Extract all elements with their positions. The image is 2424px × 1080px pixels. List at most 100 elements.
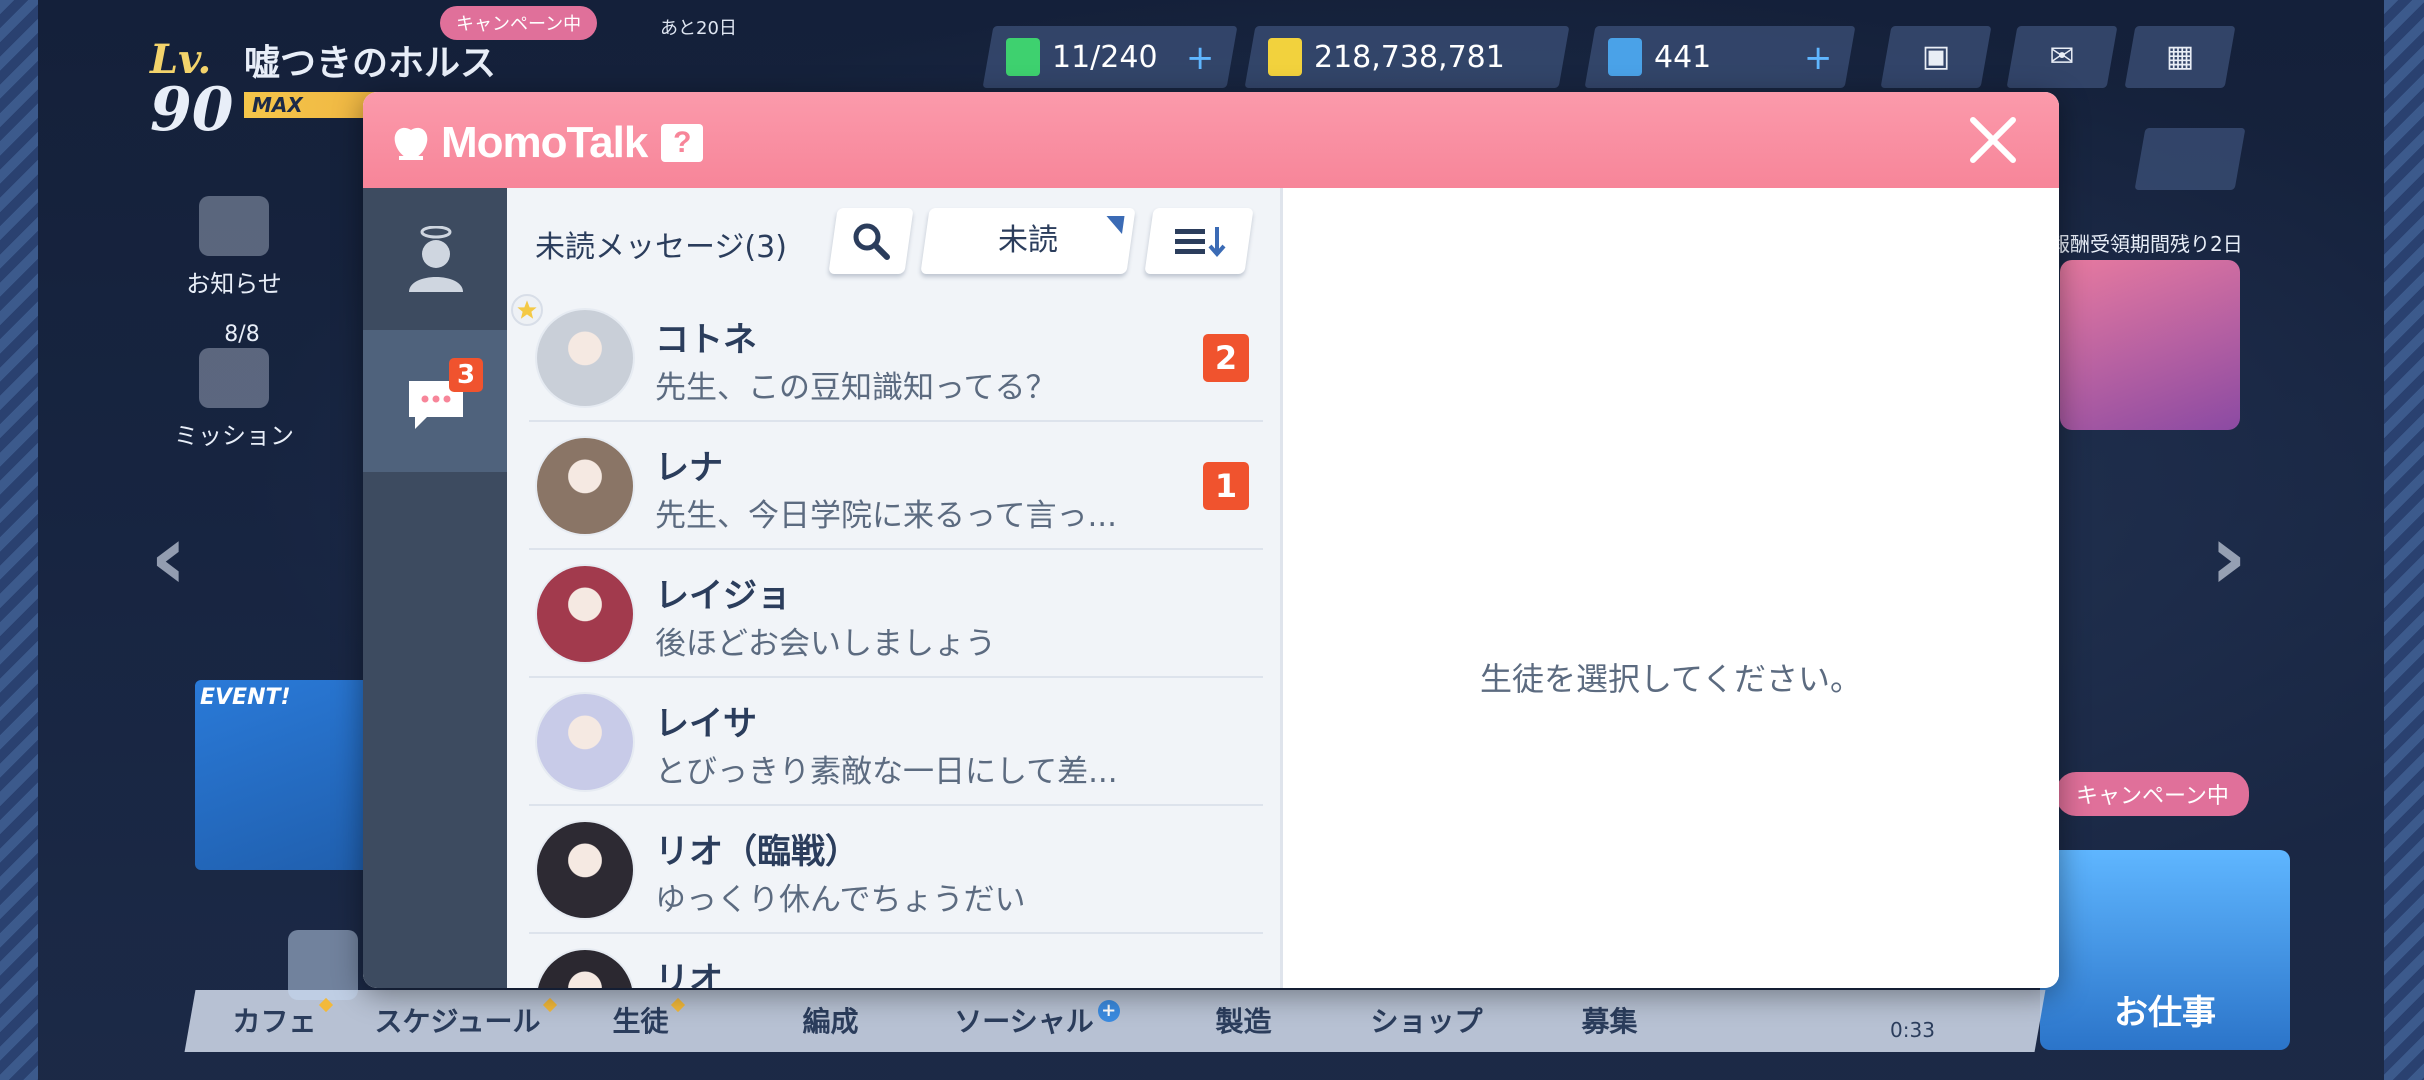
menu-crafting[interactable]: 製造 — [1152, 1000, 1335, 1040]
ap-resource[interactable]: 11/240 + — [982, 26, 1238, 88]
notice-label: お知らせ — [186, 270, 282, 298]
avatar — [535, 564, 635, 664]
clipboard-icon — [199, 348, 269, 408]
exp-campaign-pill[interactable]: キャンペーン中 — [440, 6, 598, 40]
momotalk-side-tabs: 3 — [363, 188, 507, 988]
menu-label: 生徒 — [612, 1005, 669, 1038]
avatar — [535, 308, 635, 408]
contact-row-kotone[interactable]: コトネ 先生、この豆知識知ってる？ 2 — [507, 294, 1283, 422]
megaphone-icon — [199, 196, 269, 256]
grid-icon: ▦ — [2165, 39, 2195, 74]
contact-name: レイサ — [655, 704, 757, 744]
tab-messages[interactable]: 3 — [363, 330, 507, 472]
id-card-icon: ▣ — [1921, 39, 1951, 74]
contact-row-reijo[interactable]: レイジョ 後ほどお会いしましょう — [507, 550, 1283, 678]
contact-name: レナ — [655, 448, 723, 488]
avatar — [535, 436, 635, 536]
notice-dot-icon — [318, 997, 333, 1013]
chat-detail-panel: 生徒を選択してください。 — [1283, 188, 2059, 988]
search-icon — [853, 223, 890, 260]
pyroxene-value: 441 — [1654, 39, 1712, 75]
ap-plus-icon[interactable]: + — [1185, 38, 1214, 78]
contact-name: コトネ — [655, 320, 757, 360]
filter-dropdown[interactable]: 未読 — [920, 208, 1136, 274]
fullscreen-button[interactable] — [2134, 128, 2246, 190]
menu-recruit[interactable]: 募集 — [1518, 1000, 1701, 1040]
menu-label: カフェ — [232, 1005, 317, 1038]
unread-badge: 1 — [1203, 462, 1249, 510]
cafe-cup-icon — [288, 930, 358, 1000]
favorite-star-icon[interactable] — [511, 294, 543, 326]
pyroxene-gem-icon — [1608, 38, 1642, 76]
search-button[interactable] — [828, 208, 914, 274]
avatar — [535, 820, 635, 920]
credits-value: 218,738,781 — [1314, 39, 1505, 75]
notice-dot-icon — [670, 997, 685, 1013]
work-label: お仕事 — [2114, 993, 2216, 1033]
notice-menu[interactable]: お知らせ — [174, 196, 294, 299]
peach-icon — [394, 127, 428, 160]
player-name[interactable]: 嘘つきのホルス — [244, 34, 496, 86]
mission-menu[interactable]: ミッション — [174, 348, 294, 451]
contact-row-reisa[interactable]: レイサ とびっきり素敵な一日にして差... — [507, 678, 1283, 806]
mail-icon: ✉ — [2049, 39, 2075, 74]
unread-count-title: 未読メッセージ(3) — [535, 230, 787, 265]
close-icon[interactable] — [1967, 114, 2019, 166]
menu-label: 募集 — [1581, 1005, 1638, 1038]
contact-row-rio-battle[interactable]: リオ（臨戦） ゆっくり休んでちょうだい — [507, 806, 1283, 934]
contact-last-message: とびっきり素敵な一日にして差... — [655, 754, 1118, 790]
pyroxene-plus-icon[interactable]: + — [1803, 38, 1832, 78]
avatar — [535, 692, 635, 792]
list-header: 未読メッセージ(3) 未読 — [507, 188, 1280, 294]
menu-grid-button[interactable]: ▦ — [2124, 26, 2236, 88]
profile-card-button[interactable]: ▣ — [1880, 26, 1992, 88]
contact-name: リオ（臨戦） — [655, 832, 859, 872]
contact-row-rena[interactable]: レナ 先生、今日学院に来るって言っ... 1 — [507, 422, 1283, 550]
tab-students[interactable] — [363, 188, 507, 330]
pickup-banner[interactable] — [2060, 260, 2240, 430]
menu-label: 製造 — [1215, 1005, 1272, 1038]
help-button[interactable]: ? — [661, 124, 704, 162]
student-silhouette-icon — [409, 226, 463, 292]
contact-last-message: 先生、今日学院に来るって言っ... — [655, 498, 1118, 534]
contact-last-message: ゆっくり休んでちょうだい — [655, 882, 1026, 918]
campaign-pill-right[interactable]: キャンペーン中 — [2056, 772, 2249, 816]
momotalk-header: MomoTalk ? — [363, 92, 2059, 188]
contact-last-message: 先生、この豆知識知ってる？ — [655, 370, 1057, 406]
avatar-fill — [537, 822, 633, 918]
contact-last-message: 後ほどお会いしましょう — [655, 626, 996, 662]
ap-bolt-icon — [1006, 38, 1040, 76]
right-arrow-icon[interactable]: › — [2210, 505, 2247, 610]
avatar-fill — [537, 438, 633, 534]
menu-shop[interactable]: ショップ — [1335, 1000, 1518, 1040]
sort-icon — [1175, 227, 1226, 258]
left-border-stripe — [0, 0, 38, 1080]
sort-button[interactable] — [1144, 208, 1254, 274]
menu-label: ソーシャル — [954, 1005, 1094, 1038]
message-list-panel: 未読メッセージ(3) 未読 コトネ 先生、この豆知識知ってる？ 2 レナ 先生、… — [507, 188, 1283, 988]
menu-social[interactable]: ソーシャル + — [922, 1000, 1152, 1040]
credits-resource[interactable]: 218,738,781 — [1244, 26, 1570, 88]
menu-label: スケジュール — [374, 1005, 541, 1038]
avatar — [535, 948, 635, 988]
ap-value: 11/240 — [1052, 39, 1158, 75]
momotalk-title: MomoTalk — [441, 118, 648, 167]
player-level: Lv. 90 — [150, 36, 234, 145]
unread-badge: 2 — [1203, 334, 1249, 382]
contact-name: レイジョ — [655, 576, 791, 616]
menu-cafe[interactable]: カフェ — [190, 997, 373, 1040]
mission-count: 8/8 — [224, 322, 260, 347]
menu-students[interactable]: 生徒 — [556, 997, 739, 1040]
pyroxene-resource[interactable]: 441 + — [1584, 26, 1856, 88]
menu-schedule[interactable]: スケジュール — [373, 997, 557, 1040]
avatar-fill — [537, 694, 633, 790]
reward-period-label: 報酬受領期間残り2日 — [2050, 232, 2243, 256]
momotalk-modal: MomoTalk ? 3 未読メッセージ(3) 未読 コトネ 先生、この豆知識知… — [363, 92, 2059, 988]
menu-label: ショップ — [1370, 1005, 1483, 1038]
plus-badge-icon: + — [1097, 1000, 1120, 1022]
mail-button[interactable]: ✉ — [2006, 26, 2118, 88]
contact-row-rio[interactable]: リオ — [507, 934, 1283, 988]
select-student-prompt: 生徒を選択してください。 — [1479, 660, 1863, 698]
menu-formation[interactable]: 編成 — [739, 1000, 922, 1040]
left-arrow-icon[interactable]: ‹ — [150, 505, 187, 610]
